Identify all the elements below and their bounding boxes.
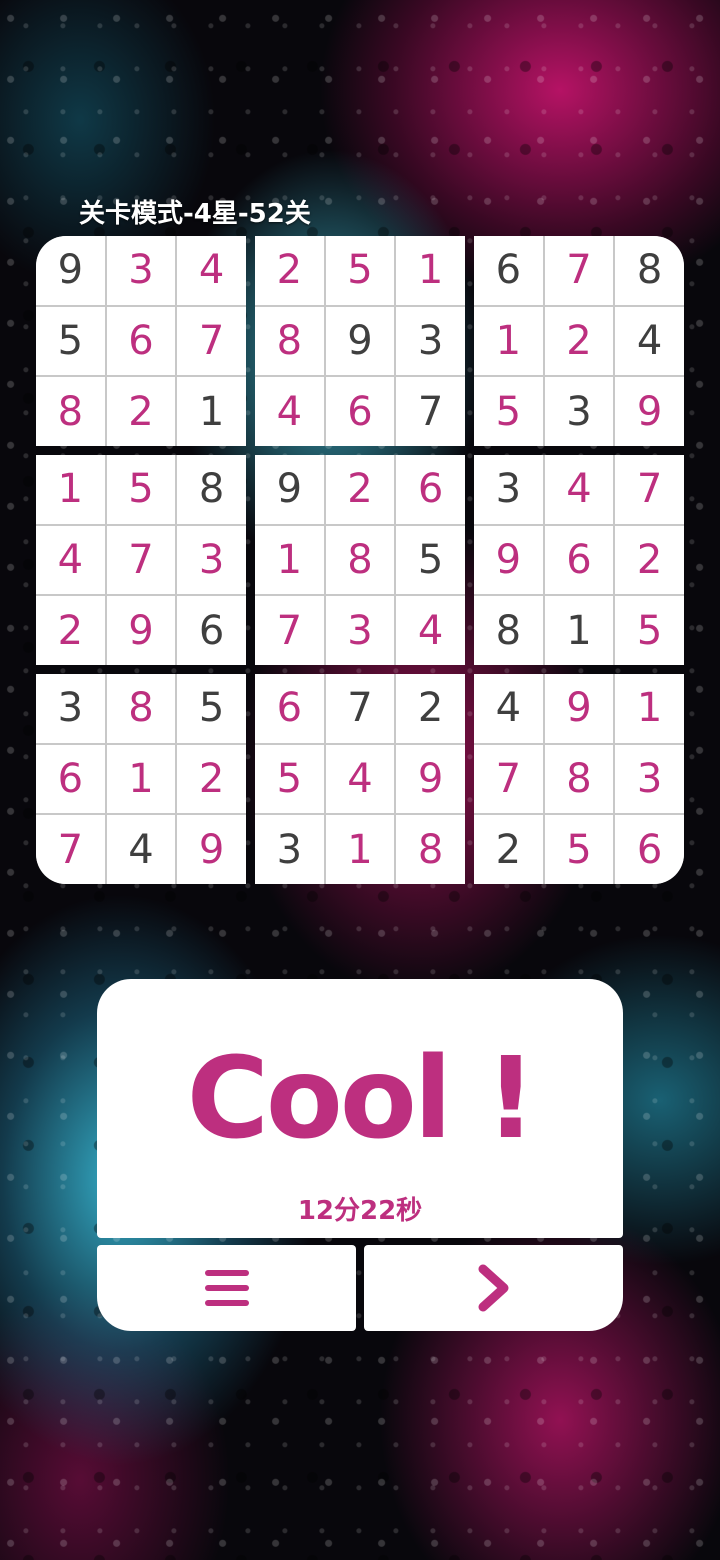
- sudoku-cell-filled[interactable]: 2: [36, 596, 105, 665]
- sudoku-cell-given[interactable]: 9: [36, 236, 105, 305]
- sudoku-cell-given[interactable]: 3: [474, 455, 543, 524]
- sudoku-cell-given[interactable]: 3: [255, 815, 324, 884]
- sudoku-cell-filled[interactable]: 4: [255, 377, 324, 446]
- sudoku-cell-filled[interactable]: 8: [255, 306, 324, 376]
- sudoku-cell-given[interactable]: 9: [255, 455, 324, 524]
- sudoku-cell-given[interactable]: 6: [177, 596, 246, 665]
- sudoku-cell-filled[interactable]: 8: [325, 525, 395, 595]
- sudoku-cell-given[interactable]: 7: [325, 674, 395, 743]
- sudoku-cell-filled[interactable]: 5: [544, 815, 614, 884]
- sudoku-cell-filled[interactable]: 4: [36, 525, 105, 595]
- sudoku-cell-filled[interactable]: 1: [255, 525, 324, 595]
- sudoku-box: 385 612 749: [36, 674, 246, 884]
- result-message: Cool !: [186, 1034, 537, 1164]
- chevron-right-icon: [477, 1264, 511, 1312]
- sudoku-cell-filled[interactable]: 7: [106, 525, 176, 595]
- sudoku-cell-filled[interactable]: 9: [177, 815, 246, 884]
- sudoku-cell-given[interactable]: 3: [36, 674, 105, 743]
- sudoku-box: 158 473 296: [36, 455, 246, 665]
- menu-icon: [204, 1270, 249, 1306]
- sudoku-cell-filled[interactable]: 1: [325, 815, 395, 884]
- sudoku-cell-filled[interactable]: 4: [177, 236, 246, 305]
- sudoku-cell-filled[interactable]: 6: [106, 306, 176, 376]
- sudoku-cell-given[interactable]: 4: [106, 815, 176, 884]
- sudoku-cell-filled[interactable]: 6: [615, 815, 684, 884]
- sudoku-cell-given[interactable]: 5: [177, 674, 246, 743]
- sudoku-cell-filled[interactable]: 3: [177, 525, 246, 595]
- sudoku-cell-given[interactable]: 8: [177, 455, 246, 524]
- sudoku-cell-filled[interactable]: 6: [544, 525, 614, 595]
- sudoku-cell-filled[interactable]: 6: [255, 674, 324, 743]
- level-title: 关卡模式-4星-52关: [79, 199, 311, 229]
- sudoku-cell-filled[interactable]: 8: [396, 815, 465, 884]
- sudoku-box: 934 567 821: [36, 236, 246, 446]
- sudoku-cell-filled[interactable]: 5: [615, 596, 684, 665]
- sudoku-board: 9345678212518934676781245391584732969261…: [36, 236, 684, 884]
- sudoku-cell-filled[interactable]: 7: [544, 236, 614, 305]
- sudoku-cell-given[interactable]: 8: [615, 236, 684, 305]
- sudoku-cell-filled[interactable]: 7: [177, 306, 246, 376]
- sudoku-box: 347 962 815: [474, 455, 684, 665]
- sudoku-cell-given[interactable]: 4: [474, 674, 543, 743]
- next-level-button[interactable]: [364, 1245, 623, 1331]
- sudoku-cell-filled[interactable]: 4: [325, 744, 395, 814]
- sudoku-cell-given[interactable]: 9: [325, 306, 395, 376]
- sudoku-cell-filled[interactable]: 6: [325, 377, 395, 446]
- sudoku-cell-filled[interactable]: 6: [36, 744, 105, 814]
- sudoku-cell-filled[interactable]: 9: [615, 377, 684, 446]
- sudoku-cell-filled[interactable]: 3: [615, 744, 684, 814]
- sudoku-cell-filled[interactable]: 7: [36, 815, 105, 884]
- sudoku-cell-given[interactable]: 5: [36, 306, 105, 376]
- sudoku-cell-given[interactable]: 2: [474, 815, 543, 884]
- sudoku-cell-given[interactable]: 5: [396, 525, 465, 595]
- sudoku-box: 251 893 467: [255, 236, 465, 446]
- sudoku-cell-filled[interactable]: 5: [474, 377, 543, 446]
- sudoku-cell-filled[interactable]: 5: [325, 236, 395, 305]
- sudoku-cell-filled[interactable]: 7: [615, 455, 684, 524]
- sudoku-box: 926 185 734: [255, 455, 465, 665]
- sudoku-cell-given[interactable]: 3: [544, 377, 614, 446]
- elapsed-time: 12分22秒: [297, 1196, 423, 1226]
- sudoku-cell-filled[interactable]: 4: [544, 455, 614, 524]
- sudoku-cell-filled[interactable]: 1: [106, 744, 176, 814]
- sudoku-cell-filled[interactable]: 2: [544, 306, 614, 376]
- sudoku-cell-filled[interactable]: 3: [106, 236, 176, 305]
- sudoku-cell-filled[interactable]: 2: [325, 455, 395, 524]
- sudoku-cell-filled[interactable]: 2: [106, 377, 176, 446]
- sudoku-cell-given[interactable]: 1: [177, 377, 246, 446]
- sudoku-box: 672 549 318: [255, 674, 465, 884]
- sudoku-cell-filled[interactable]: 1: [36, 455, 105, 524]
- sudoku-cell-given[interactable]: 7: [396, 377, 465, 446]
- menu-button[interactable]: [97, 1245, 356, 1331]
- sudoku-cell-filled[interactable]: 2: [615, 525, 684, 595]
- sudoku-cell-filled[interactable]: 9: [396, 744, 465, 814]
- sudoku-cell-filled[interactable]: 5: [255, 744, 324, 814]
- sudoku-cell-filled[interactable]: 9: [544, 674, 614, 743]
- sudoku-cell-filled[interactable]: 2: [177, 744, 246, 814]
- sudoku-cell-given[interactable]: 6: [474, 236, 543, 305]
- sudoku-box: 491 783 256: [474, 674, 684, 884]
- sudoku-cell-filled[interactable]: 7: [474, 744, 543, 814]
- sudoku-box: 678 124 539: [474, 236, 684, 446]
- sudoku-cell-filled[interactable]: 7: [255, 596, 324, 665]
- sudoku-cell-filled[interactable]: 8: [106, 674, 176, 743]
- sudoku-cell-filled[interactable]: 4: [396, 596, 465, 665]
- sudoku-cell-filled[interactable]: 9: [474, 525, 543, 595]
- sudoku-cell-filled[interactable]: 1: [396, 236, 465, 305]
- sudoku-cell-filled[interactable]: 5: [106, 455, 176, 524]
- sudoku-cell-filled[interactable]: 1: [474, 306, 543, 376]
- sudoku-cell-filled[interactable]: 2: [255, 236, 324, 305]
- sudoku-cell-given[interactable]: 2: [396, 674, 465, 743]
- result-card: Cool ! 12分22秒: [97, 979, 623, 1238]
- sudoku-cell-filled[interactable]: 8: [544, 744, 614, 814]
- sudoku-cell-given[interactable]: 4: [615, 306, 684, 376]
- sudoku-cell-filled[interactable]: 3: [325, 596, 395, 665]
- sudoku-cell-filled[interactable]: 6: [396, 455, 465, 524]
- sudoku-cell-filled[interactable]: 8: [36, 377, 105, 446]
- sudoku-cell-given[interactable]: 3: [396, 306, 465, 376]
- sudoku-cell-given[interactable]: 8: [474, 596, 543, 665]
- sudoku-cell-given[interactable]: 1: [544, 596, 614, 665]
- sudoku-cell-filled[interactable]: 1: [615, 674, 684, 743]
- sudoku-cell-filled[interactable]: 9: [106, 596, 176, 665]
